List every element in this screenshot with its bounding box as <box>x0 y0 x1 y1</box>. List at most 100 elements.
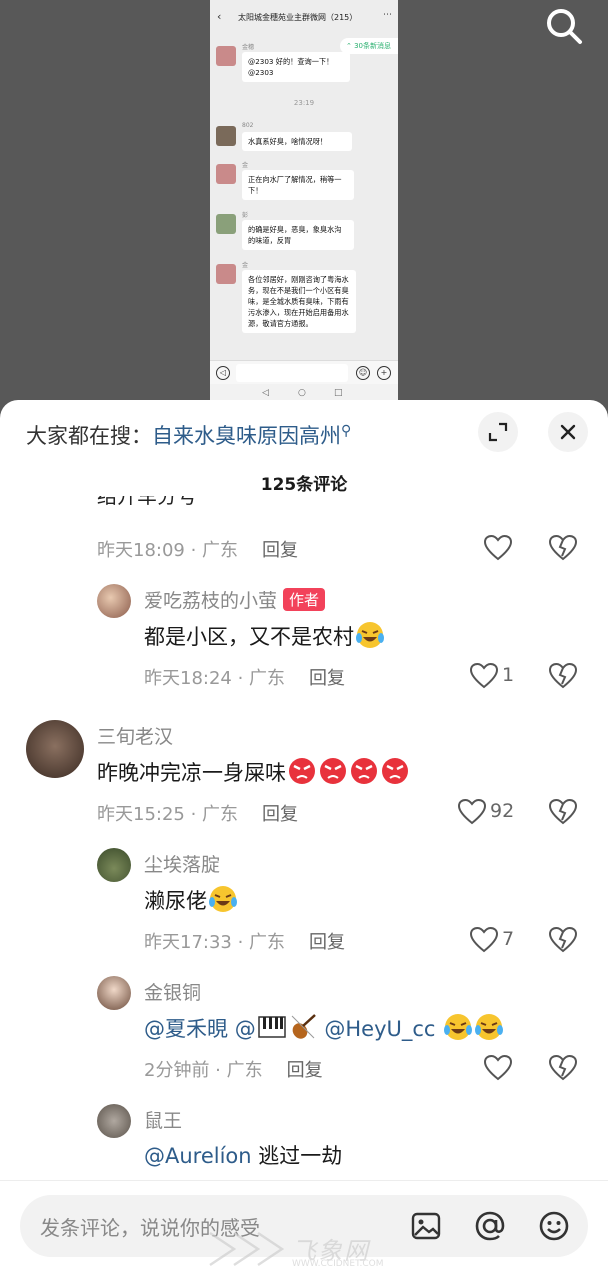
avatar <box>216 264 236 284</box>
trending-search[interactable]: 大家都在搜：自来水臭味原因高州⚲ <box>26 420 351 450</box>
comment-time: 昨天18:24 <box>144 668 232 689</box>
broken-heart-icon <box>549 662 577 689</box>
nav-back-icon: ◁ <box>262 388 269 398</box>
search-icon[interactable] <box>544 6 584 46</box>
mention-icon[interactable] <box>474 1210 506 1242</box>
close-button[interactable] <box>548 412 588 452</box>
reply-button[interactable]: 回复 <box>309 668 345 689</box>
reply-button[interactable]: 回复 <box>287 1060 323 1081</box>
comment-location: 广东 <box>202 540 239 561</box>
new-messages-label: 30条新消息 <box>354 42 392 50</box>
comment-meta: 昨天17:33 · 广东 回复 <box>144 932 346 953</box>
mention-link[interactable]: @ <box>235 1017 256 1041</box>
like-button[interactable] <box>484 534 544 562</box>
comment-author-name: 爱吃荔枝的小萤 <box>144 590 278 612</box>
avatar <box>216 126 236 146</box>
piano-emoji-icon <box>257 1016 286 1038</box>
comment-time: 2分钟前 <box>144 1060 210 1081</box>
like-button[interactable]: 7 <box>469 926 530 954</box>
reply-button[interactable]: 回复 <box>262 540 298 561</box>
video-area[interactable]: ‹ 太阳城金穗苑业主群微网（215） ⋯ ⌃ 30条新消息 金穗 @2303 好… <box>0 0 608 420</box>
close-icon <box>560 424 576 440</box>
comment-time: 昨天18:09 <box>97 540 185 561</box>
emoji-icon: ☺ <box>356 366 370 380</box>
comment-meta: 昨天18:24 · 广东 回复 <box>144 668 346 689</box>
like-count: 1 <box>502 664 515 686</box>
author-badge: 作者 <box>283 588 326 611</box>
comment-meta: 2分钟前 · 广东 回复 <box>144 1060 323 1081</box>
chat-screenshot: ‹ 太阳城金穗苑业主群微网（215） ⋯ ⌃ 30条新消息 金穗 @2303 好… <box>210 0 398 405</box>
partial-comment-text: 结开车分号 <box>97 496 197 508</box>
like-button[interactable]: 1 <box>469 662 530 690</box>
laugh-cry-emoji-icon <box>444 1014 473 1040</box>
heart-icon <box>484 1054 513 1081</box>
trending-search-query[interactable]: 自来水臭味原因高州 <box>152 424 341 448</box>
watermark: 飞象网 WWW.CCIDNET.COM <box>204 1225 412 1271</box>
image-icon[interactable] <box>410 1210 442 1242</box>
comment-list[interactable]: 结开车分号 昨天18:09 · 广东 回复 爱吃荔枝的小萤 作者 都是小区，又不是农… <box>0 496 608 1186</box>
comment-author[interactable]: 三旬老汉 <box>97 722 173 749</box>
comment-body: 逃过一劫 <box>251 1144 343 1168</box>
avatar[interactable] <box>97 848 131 882</box>
nav-home-icon: ○ <box>298 388 306 398</box>
comment-text: @夏禾晛 @ @HeyU_cc <box>144 1012 504 1043</box>
mention-link[interactable]: @Aurelíon <box>144 1144 252 1168</box>
divider <box>0 1180 608 1181</box>
comment-body: 都是小区，又不是农村 <box>144 625 354 649</box>
avatar <box>216 164 236 184</box>
comment-author[interactable]: 鼠王 <box>144 1106 182 1133</box>
dislike-button[interactable] <box>549 662 577 690</box>
broken-heart-icon <box>549 534 577 561</box>
comment-text: 昨晚冲完凉一身屎味 <box>97 756 410 787</box>
dislike-button[interactable] <box>549 926 577 954</box>
mention-link[interactable]: @夏禾晛 <box>144 1017 228 1041</box>
chat-sender: 金 <box>242 162 249 169</box>
back-arrow-icon: ‹ <box>217 10 222 23</box>
chat-title: 太阳城金穗苑业主群微网（215） <box>238 13 358 22</box>
expand-button[interactable] <box>478 412 518 452</box>
mention-link[interactable]: @HeyU_cc <box>324 1017 435 1041</box>
dislike-button[interactable] <box>549 534 577 562</box>
violin-emoji-icon <box>291 1014 316 1039</box>
watermark-url: WWW.CCIDNET.COM <box>292 1259 384 1269</box>
watermark-logo-icon <box>209 1231 285 1267</box>
chat-input-bar: ◁ ☺ + <box>210 360 398 384</box>
broken-heart-icon <box>549 1054 577 1081</box>
chat-header: ‹ 太阳城金穗苑业主群微网（215） ⋯ <box>210 0 398 34</box>
chat-bubble: @2303 好的！查询一下！ @2303 <box>242 52 350 82</box>
emoji-icon[interactable] <box>538 1210 570 1242</box>
reply-button[interactable]: 回复 <box>262 804 298 825</box>
comment-author[interactable]: 金银铜 <box>144 978 201 1005</box>
comment-location: 广东 <box>202 804 239 825</box>
comment-text: @Aurelíon 逃过一劫 <box>144 1140 342 1170</box>
heart-icon <box>484 534 513 561</box>
comment-meta: 昨天18:09 · 广东 回复 <box>97 540 299 561</box>
comment-body: 昨晚冲完凉一身屎味 <box>97 761 286 785</box>
comment-location: 广东 <box>249 668 286 689</box>
heart-icon <box>457 798 487 825</box>
chat-sender: 金 <box>242 262 249 269</box>
laugh-cry-emoji-icon <box>209 886 237 912</box>
like-button[interactable]: 92 <box>457 798 518 826</box>
avatar[interactable] <box>97 1104 131 1138</box>
avatar[interactable] <box>97 976 131 1010</box>
comment-author[interactable]: 尘埃落腚 <box>144 850 220 877</box>
heart-icon <box>469 662 499 689</box>
dislike-button[interactable] <box>549 798 577 826</box>
comment-panel: 大家都在搜：自来水臭味原因高州⚲ 125条评论 结开车分号 昨天18:09 · … <box>0 400 608 1273</box>
chat-bubble: 水真系好臭，啥情况呀！ <box>242 132 352 151</box>
comment-body: 濑尿佬 <box>144 889 207 913</box>
reply-button[interactable]: 回复 <box>309 932 345 953</box>
comment-time: 昨天15:25 <box>97 804 185 825</box>
like-button[interactable] <box>484 1054 544 1082</box>
angry-emoji-icon <box>351 758 377 784</box>
comment-time: 昨天17:33 <box>144 932 232 953</box>
comment-count: 125条评论 <box>260 475 348 495</box>
chat-sender: 金穗 <box>242 44 255 51</box>
angry-emoji-icon <box>289 758 315 784</box>
heart-icon <box>469 926 499 953</box>
dislike-button[interactable] <box>549 1054 577 1082</box>
avatar[interactable] <box>97 584 131 618</box>
comment-author[interactable]: 爱吃荔枝的小萤 作者 <box>144 586 326 613</box>
avatar[interactable] <box>26 720 84 778</box>
